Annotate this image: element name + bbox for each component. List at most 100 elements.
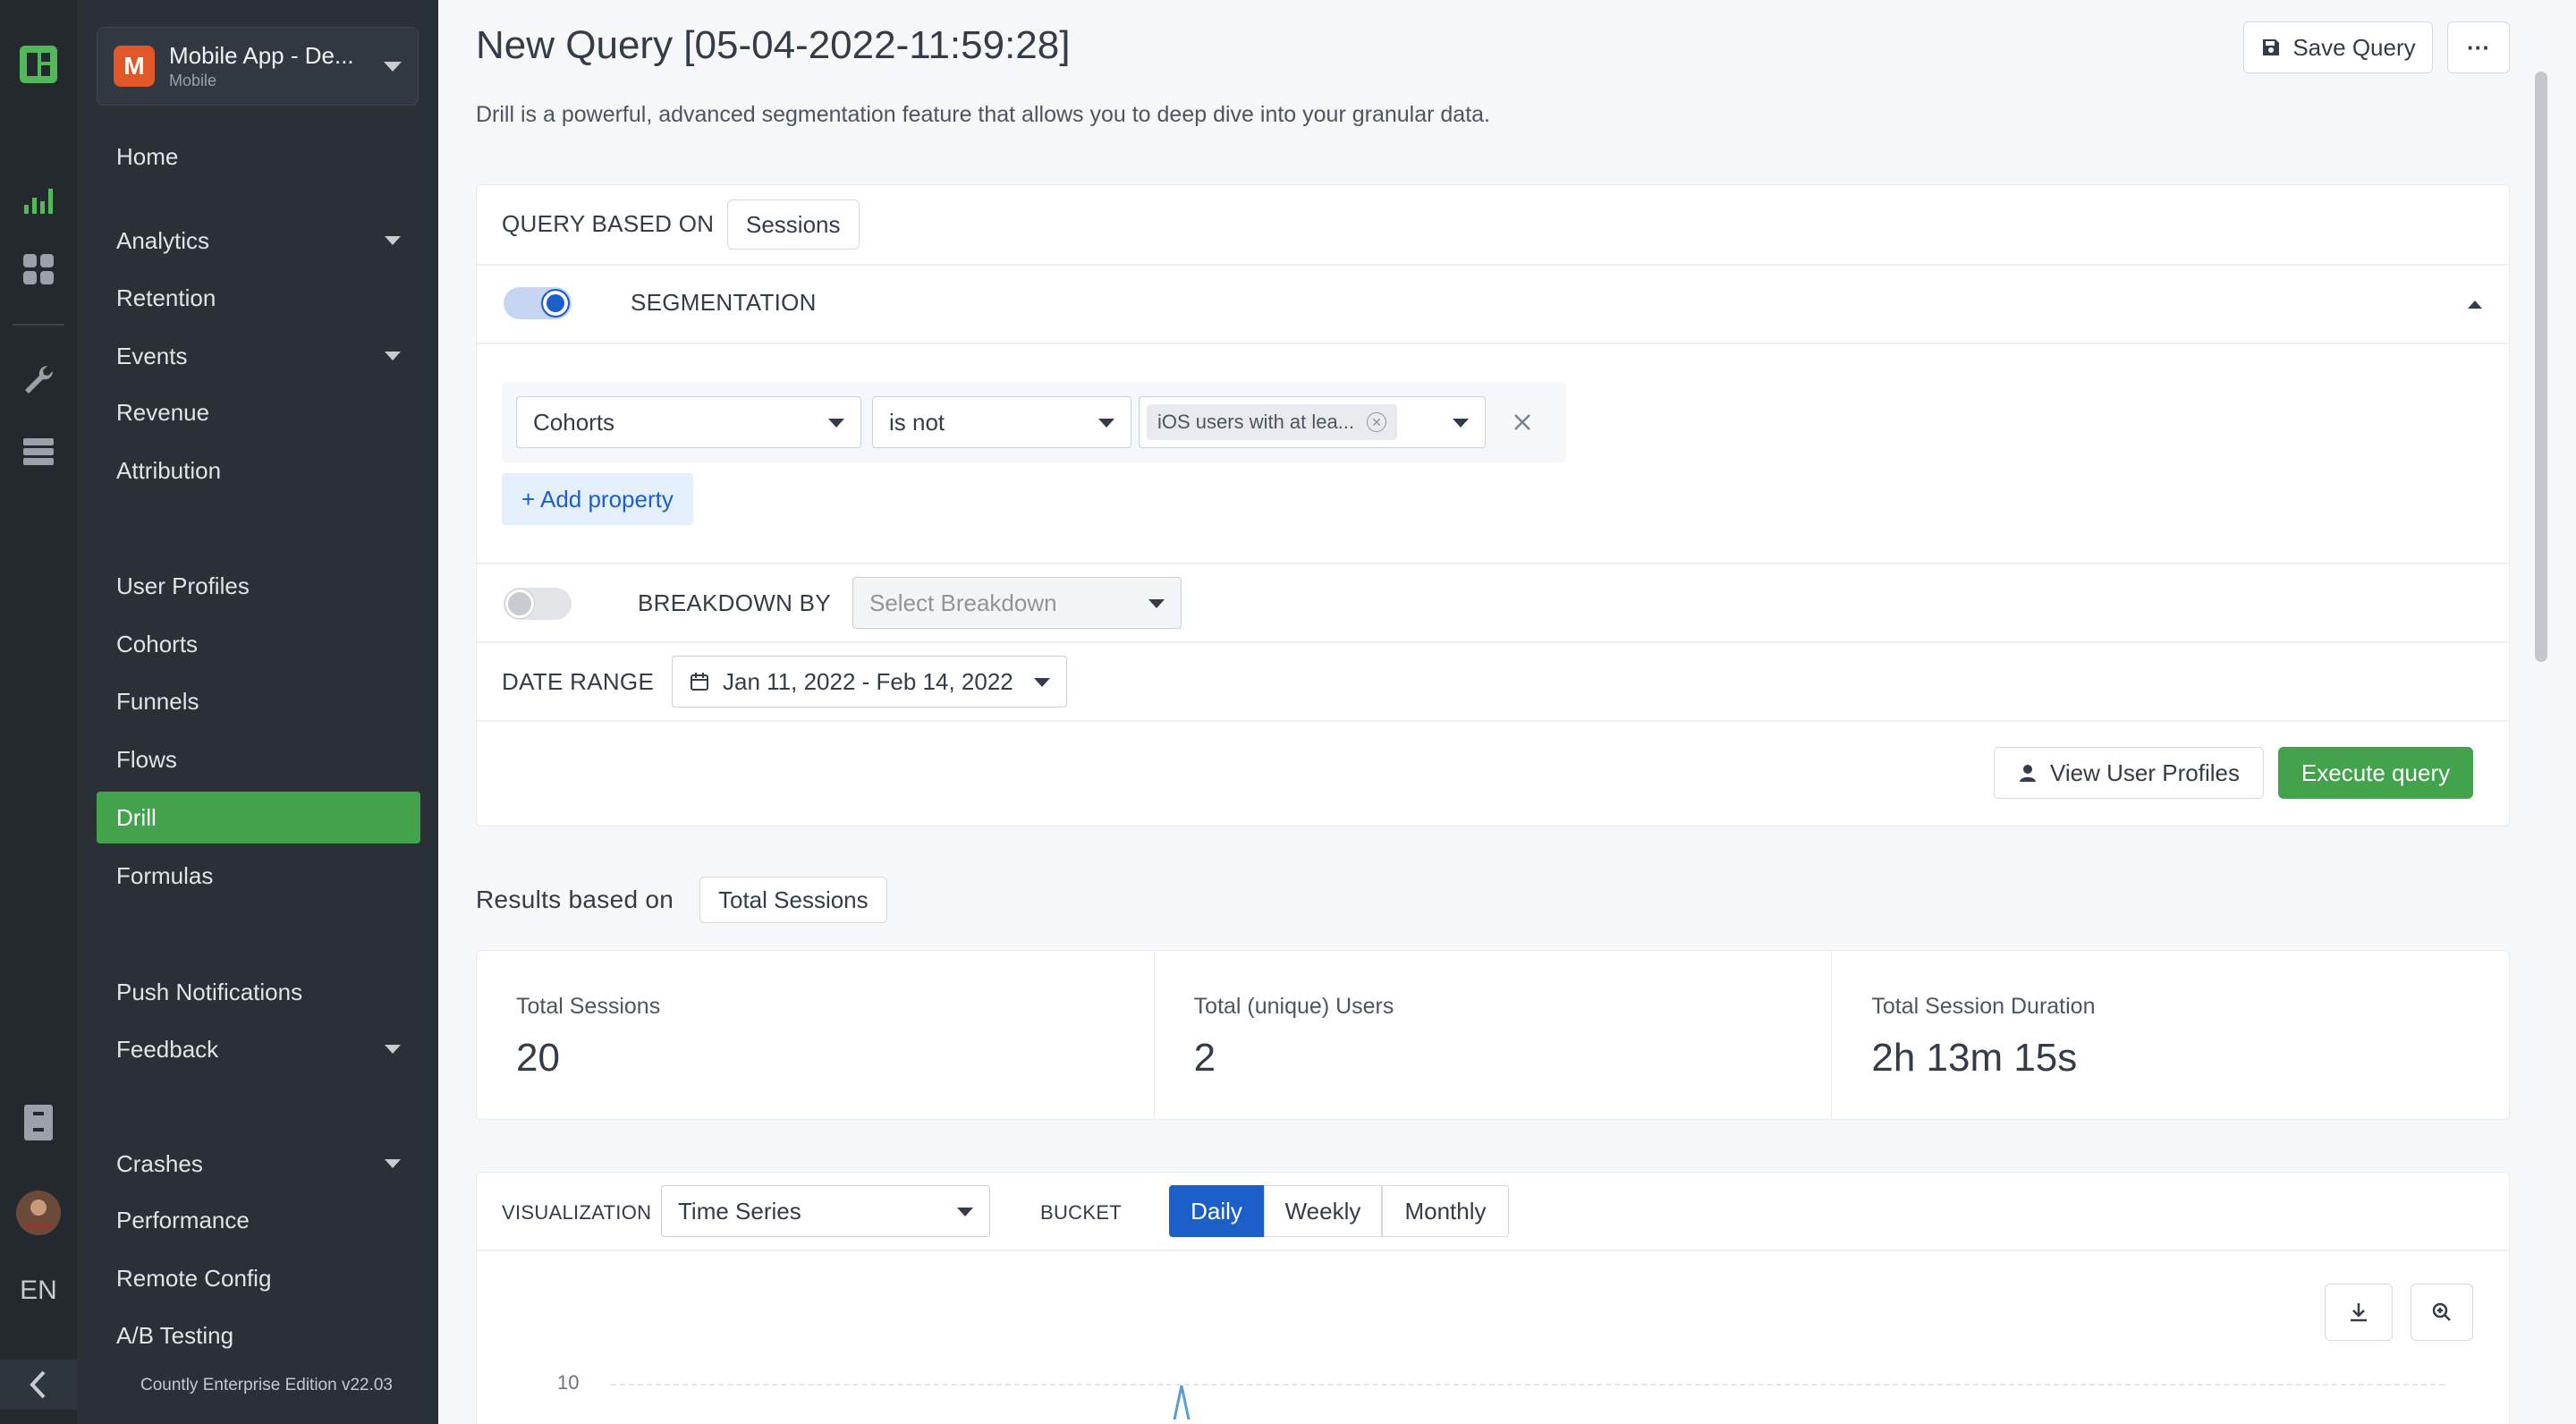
calendar-icon [691,673,708,691]
scrollbar[interactable] [2535,72,2547,662]
results-based-on-label: Results based on [476,886,674,913]
operator-select[interactable]: is not [872,396,1131,448]
sidebar-item-user-profiles[interactable]: User Profiles [97,560,420,612]
stat-total-sessions: Total Sessions 20 [477,951,1155,1119]
page-description: Drill is a powerful, advanced segmentati… [476,102,1490,127]
sidebar-item-flows[interactable]: Flows [97,733,420,785]
breakdown-select-placeholder: Select Breakdown [869,589,1057,616]
save-query-label: Save Query [2292,33,2416,61]
sidebar-item-analytics[interactable]: Analytics [97,215,420,267]
date-range-picker[interactable]: Jan 11, 2022 - Feb 14, 2022 [672,656,1067,708]
sidebar: M Mobile App - De... Mobile Home Analyti… [77,0,438,1424]
chevron-left-icon [30,1370,46,1399]
main-content: New Query [05-04-2022-11:59:28] Drill is… [438,0,2553,1424]
clipboard-icon[interactable] [0,1097,77,1149]
sidebar-item-funnels[interactable]: Funnels [97,675,420,727]
results-metric-select[interactable]: Total Sessions [699,877,887,923]
floppy-disk-icon [2263,39,2280,55]
chevron-down-icon [1453,419,1469,428]
sidebar-item-home[interactable]: Home [97,131,420,182]
collapse-sidebar-button[interactable] [0,1360,77,1410]
stat-value: 2h 13m 15s [1871,1036,2078,1080]
cohort-value-select[interactable]: iOS users with at lea... ✕ [1139,396,1486,448]
page-title: New Query [05-04-2022-11:59:28] [476,23,1071,67]
stat-value: 20 [516,1036,560,1080]
chevron-down-icon [384,61,402,72]
sidebar-item-crashes[interactable]: Crashes [97,1138,420,1190]
execute-query-button[interactable]: Execute query [2278,747,2473,799]
grid-line [611,1384,2445,1386]
stat-label: Total (unique) Users [1193,994,1394,1019]
breakdown-select[interactable]: Select Breakdown [852,577,1182,629]
toggle-knob [541,289,570,318]
y-axis-tick: 10 [557,1371,580,1394]
bucket-daily-button[interactable]: Daily [1169,1185,1264,1237]
chevron-down-icon [957,1208,973,1216]
query-based-on-select[interactable]: Sessions [727,199,860,250]
sidebar-item-attribution[interactable]: Attribution [97,445,420,496]
chevron-down-icon [385,236,401,245]
app-selector[interactable]: M Mobile App - De... Mobile [97,27,419,106]
sidebar-item-ab-testing[interactable]: A/B Testing [97,1310,420,1361]
sidebar-item-label: Events [116,342,188,369]
sidebar-item-push-notifications[interactable]: Push Notifications [97,966,420,1018]
sidebar-item-retention[interactable]: Retention [97,272,420,324]
app-type: Mobile [169,72,217,89]
sidebar-item-events[interactable]: Events [97,330,420,382]
property-select-value: Cohorts [533,408,615,436]
zoom-button[interactable] [2411,1284,2473,1341]
segmentation-toggle[interactable] [504,287,572,319]
filter-row: Cohorts is not iOS users with at lea... … [502,382,1566,462]
summary-stats: Total Sessions 20 Total (unique) Users 2… [476,950,2510,1120]
stat-session-duration: Total Session Duration 2h 13m 15s [1832,951,2509,1119]
download-icon [2351,1303,2367,1322]
date-range-label: DATE RANGE [502,668,655,695]
sidebar-item-drill[interactable]: Drill [97,792,420,843]
bucket-monthly-button[interactable]: Monthly [1382,1185,1509,1237]
remove-filter-icon[interactable] [1513,412,1532,432]
add-property-button[interactable]: + Add property [502,473,693,525]
analytics-bars-icon[interactable] [0,175,77,224]
visualization-card: VISUALIZATION Time Series BUCKET Daily W… [476,1172,2510,1424]
more-options-button[interactable]: ··· [2447,21,2510,73]
view-user-profiles-button[interactable]: View User Profiles [1994,747,2264,799]
user-avatar[interactable] [0,1190,77,1236]
app-name: Mobile App - De... [169,42,354,69]
save-query-button[interactable]: Save Query [2243,21,2433,73]
divider [477,1250,2509,1251]
chevron-down-icon [1098,419,1114,428]
chevron-up-icon[interactable] [2466,298,2484,310]
countly-logo-icon[interactable] [0,39,77,89]
sidebar-item-cohorts[interactable]: Cohorts [97,618,420,670]
visualization-type-select[interactable]: Time Series [661,1185,990,1237]
segmentation-label: SEGMENTATION [631,289,817,316]
stat-unique-users: Total (unique) Users 2 [1155,951,1833,1119]
line-series [1173,1385,1191,1420]
language-selector[interactable]: EN [0,1268,77,1313]
sidebar-item-feedback[interactable]: Feedback [97,1023,420,1075]
download-button[interactable] [2325,1284,2393,1341]
sidebar-item-performance[interactable]: Performance [97,1194,420,1246]
chevron-down-icon [385,1045,401,1054]
bucket-weekly-button[interactable]: Weekly [1264,1185,1382,1237]
divider [477,720,2509,722]
cohort-chip-label: iOS users with at lea... [1157,411,1355,433]
property-select[interactable]: Cohorts [516,396,861,448]
operator-select-value: is not [889,408,945,436]
query-based-on-label: QUERY BASED ON [502,210,715,237]
breakdown-toggle[interactable] [504,588,572,620]
sidebar-item-formulas[interactable]: Formulas [97,850,420,902]
dashboard-grid-icon[interactable] [0,245,77,293]
chevron-down-icon [1034,678,1050,687]
remove-chip-icon[interactable]: ✕ [1367,412,1387,432]
database-icon[interactable] [0,428,77,476]
wrench-icon[interactable] [0,356,77,404]
stat-label: Total Session Duration [1871,994,2096,1019]
cohort-chip: iOS users with at lea... ✕ [1147,404,1398,440]
user-icon [2020,765,2037,782]
sidebar-item-revenue[interactable]: Revenue [97,386,420,438]
sidebar-item-remote-config[interactable]: Remote Config [97,1252,420,1304]
zoom-in-icon [2432,1302,2451,1321]
chevron-down-icon [385,352,401,360]
divider [477,563,2509,564]
